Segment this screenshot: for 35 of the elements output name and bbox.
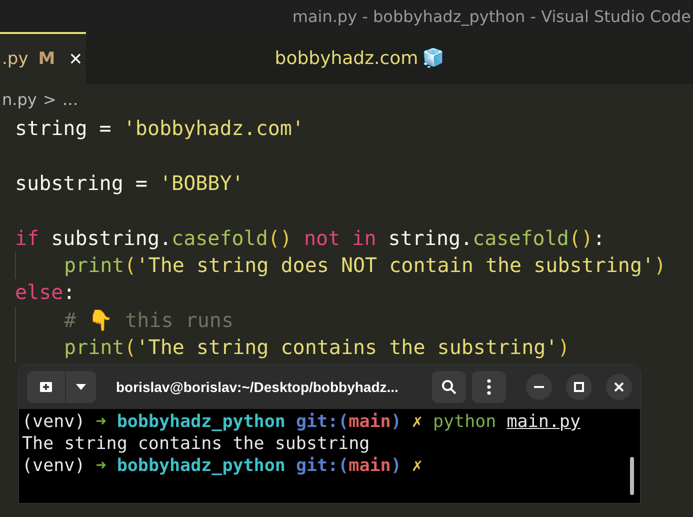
terminal-line: The string contains the substring bbox=[22, 433, 371, 455]
code-line: print('The string does NOT contain the substring') bbox=[64, 252, 666, 279]
terminal-line: (venv) ➜ bobbyhadz_python git:(main) ✗ bbox=[22, 455, 424, 477]
minimize-icon bbox=[534, 386, 544, 388]
menu-icon bbox=[487, 379, 491, 395]
dropdown-button[interactable] bbox=[66, 371, 96, 403]
new-tab-button[interactable] bbox=[27, 371, 65, 403]
code-line: # 👇 this runs bbox=[64, 306, 234, 334]
caret-icon bbox=[75, 383, 87, 391]
maximize-button[interactable] bbox=[566, 374, 592, 400]
code-line: substring = 'BOBBY' bbox=[15, 170, 244, 197]
tab-label: .py bbox=[2, 49, 28, 69]
close-button[interactable]: × bbox=[65, 48, 86, 70]
code-line: if substring.casefold() not in string.casefold(): bbox=[15, 224, 606, 252]
maximize-icon bbox=[574, 382, 584, 392]
breadcrumb-item[interactable]: n.py bbox=[2, 90, 37, 108]
menu-button[interactable] bbox=[472, 371, 506, 403]
modified-label: M bbox=[38, 49, 56, 69]
code-line: string = 'bobbyhadz.com' bbox=[15, 115, 304, 142]
plus-tab-icon bbox=[38, 379, 54, 395]
banner-text: bobbyhadz.com bbox=[274, 48, 418, 68]
close-button[interactable] bbox=[606, 374, 632, 400]
search-icon bbox=[441, 379, 457, 395]
editor-tab[interactable]: .py M × bbox=[0, 32, 86, 84]
breadcrumb-item[interactable]: … bbox=[62, 90, 78, 108]
breadcrumb-separator: > bbox=[42, 90, 56, 108]
code-line: else: bbox=[15, 279, 76, 306]
minimize-button[interactable] bbox=[526, 374, 552, 400]
search-button[interactable] bbox=[432, 371, 466, 403]
ice-cube-emoji: 🧊 bbox=[422, 47, 444, 69]
close-icon bbox=[614, 382, 624, 392]
terminal-title: borislav@borislav:~/Desktop/bobbyhadz... bbox=[115, 379, 400, 395]
window-title: main.py - bobbyhadz_python - Visual Studio Code bbox=[292, 6, 691, 26]
code-line: print('The string contains the substring') bbox=[64, 334, 570, 362]
terminal-line: (venv) ➜ bobbyhadz_python git:(main) ✗ python main.py bbox=[22, 411, 582, 433]
